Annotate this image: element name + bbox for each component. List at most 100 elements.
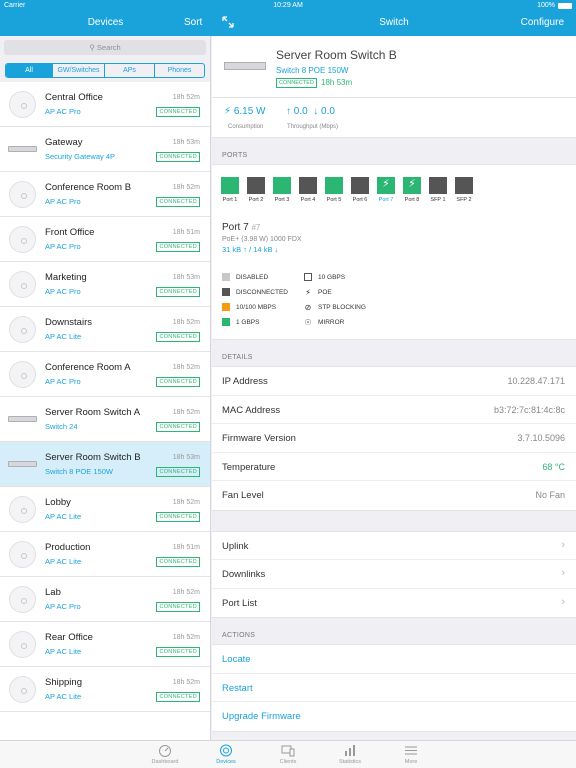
device-row-uptime: 18h 52m xyxy=(172,319,200,326)
port-6[interactable]: Port 6 xyxy=(351,177,369,203)
device-row-uptime: 18h 52m xyxy=(172,589,200,596)
configure-button[interactable]: Configure xyxy=(521,17,564,28)
switch-thumbnail xyxy=(8,461,37,467)
filter-gw-switches[interactable]: GW/Switches xyxy=(52,64,104,77)
tab-clients[interactable]: Clients xyxy=(263,744,313,765)
access-point-thumbnail xyxy=(9,361,36,388)
action-row[interactable]: Upgrade Firmware xyxy=(212,702,576,731)
detail-value: 68 °C xyxy=(542,461,565,472)
action-row[interactable]: Restart xyxy=(212,674,576,702)
detail-row: Firmware Version 3.7.10.5096 xyxy=(212,424,576,453)
port-indicator: ⚡︎ xyxy=(403,177,421,194)
tab-statistics[interactable]: Statistics xyxy=(325,744,375,765)
device-row[interactable]: Lab AP AC Pro 18h 52m CONNECTED xyxy=(0,577,210,622)
device-row-uptime: 18h 52m xyxy=(172,184,200,191)
nav-link-label: Uplink xyxy=(222,540,249,552)
port-label: Port 3 xyxy=(274,197,290,203)
filter-all[interactable]: All xyxy=(6,64,52,77)
access-point-thumbnail xyxy=(9,316,36,343)
device-row[interactable]: Server Room Switch B Switch 8 POE 150W 18h… xyxy=(0,442,210,487)
nav-link-row[interactable]: Downlinks › xyxy=(212,560,576,589)
tab-dashboard[interactable]: Dashboard xyxy=(140,744,190,765)
clock: 10:29 AM xyxy=(273,2,303,9)
port-indicator xyxy=(299,177,317,194)
device-row[interactable]: Shipping AP AC Lite 18h 52m CONNECTED xyxy=(0,667,210,712)
nav-link-row[interactable]: Port List › xyxy=(212,589,576,618)
tab-devices[interactable]: Devices xyxy=(201,744,251,765)
device-row[interactable]: Conference Room A AP AC Pro 18h 52m CONNECT… xyxy=(0,352,210,397)
port-3[interactable]: Port 3 xyxy=(273,177,291,203)
device-row-name: Rear Office xyxy=(45,632,93,643)
device-row-name: Gateway xyxy=(45,137,83,148)
device-row-model: AP AC Pro xyxy=(45,107,81,116)
consumption-label: Consumption xyxy=(228,124,264,130)
port-10[interactable]: SFP 2 xyxy=(455,177,473,203)
device-row-name: Conference Room A xyxy=(45,362,131,373)
device-row[interactable]: Production AP AC Lite 18h 51m CONNECTED xyxy=(0,532,210,577)
device-row-model: AP AC Lite xyxy=(45,512,82,521)
device-header: Server Room Switch B Switch 8 POE 150W C… xyxy=(212,36,576,98)
detail-row: Temperature 68 °C xyxy=(212,453,576,481)
device-row-name: Downstairs xyxy=(45,317,92,328)
port-2[interactable]: Port 2 xyxy=(247,177,265,203)
throughput-label: Throughput (Mbps) xyxy=(287,124,339,130)
bolt-icon: ⚡︎ xyxy=(305,288,311,297)
access-point-thumbnail xyxy=(9,496,36,523)
bolt-icon: ⚡︎ xyxy=(224,106,232,117)
device-row[interactable]: Conference Room B AP AC Pro 18h 52m CONNECT… xyxy=(0,172,210,217)
action-row[interactable]: Locate xyxy=(212,645,576,674)
device-list-pane: ⚲ Search All GW/Switches APs Phones Cent… xyxy=(0,36,211,740)
sort-button[interactable]: Sort xyxy=(184,17,202,28)
device-name: Server Room Switch B xyxy=(276,48,397,62)
action-label: Restart xyxy=(222,682,253,694)
port-5[interactable]: Port 5 xyxy=(325,177,343,203)
device-row-name: Lab xyxy=(45,587,61,598)
port-detail: Port 7 #7 PoE+ (3.98 W) 1000 FDX 31 kB ↑… xyxy=(222,222,302,254)
nav-link-label: Port List xyxy=(222,597,257,609)
device-row-status: CONNECTED xyxy=(156,197,200,207)
detail-key: MAC Address xyxy=(222,404,281,416)
filter-aps[interactable]: APs xyxy=(104,64,154,77)
device-row-uptime: 18h 52m xyxy=(172,409,200,416)
access-point-thumbnail xyxy=(9,631,36,658)
port-indicator xyxy=(429,177,447,194)
detail-value: 3.7.10.5096 xyxy=(517,433,565,443)
chevron-right-icon: › xyxy=(561,595,565,608)
device-row-model: Switch 8 POE 150W xyxy=(45,467,113,476)
device-row[interactable]: Lobby AP AC Lite 18h 52m CONNECTED xyxy=(0,487,210,532)
device-list: Central Office AP AC Pro 18h 52m CONNECTED G… xyxy=(0,82,210,712)
nav-bar: Devices Sort Switch Configure xyxy=(0,12,576,36)
device-row[interactable]: Downstairs AP AC Lite 18h 52m CONNECTED xyxy=(0,307,210,352)
actions-section-title: ACTIONS xyxy=(222,632,256,639)
port-7[interactable]: ⚡︎ Port 7 xyxy=(377,177,395,203)
tab-bar: Dashboard Devices Clients Statistics Mor… xyxy=(0,740,576,768)
port-4[interactable]: Port 4 xyxy=(299,177,317,203)
device-row-status: CONNECTED xyxy=(156,557,200,567)
device-row-model: Security Gateway 4P xyxy=(45,152,116,161)
tab-more[interactable]: More xyxy=(386,744,436,765)
device-row-status: CONNECTED xyxy=(156,242,200,252)
port-9[interactable]: SFP 1 xyxy=(429,177,447,203)
detail-value: No Fan xyxy=(535,490,565,500)
nav-link-row[interactable]: Uplink › xyxy=(212,532,576,560)
device-row[interactable]: Central Office AP AC Pro 18h 52m CONNECTED xyxy=(0,82,210,127)
device-row[interactable]: Server Room Switch A Switch 24 18h 52m CONN… xyxy=(0,397,210,442)
switch-thumbnail xyxy=(8,146,37,152)
legend-10gbps: 10 GBPS xyxy=(304,273,345,281)
chevron-right-icon: › xyxy=(561,567,565,579)
port-8[interactable]: ⚡︎ Port 8 xyxy=(403,177,421,203)
port-indicator xyxy=(455,177,473,194)
device-row[interactable]: Marketing AP AC Pro 18h 53m CONNECTED xyxy=(0,262,210,307)
device-row-name: Central Office xyxy=(45,92,103,103)
device-row[interactable]: Gateway Security Gateway 4P 18h 53m CONNECT… xyxy=(0,127,210,172)
port-label: Port 5 xyxy=(326,197,342,203)
device-row[interactable]: Rear Office AP AC Lite 18h 52m CONNECTED xyxy=(0,622,210,667)
device-row[interactable]: Front Office AP AC Pro 18h 51m CONNECTED xyxy=(0,217,210,262)
port-1[interactable]: Port 1 xyxy=(221,177,239,203)
detail-row: MAC Address b3:72:7c:81:4c:8c xyxy=(212,396,576,424)
device-row-model: AP AC Pro xyxy=(45,377,81,386)
filter-phones[interactable]: Phones xyxy=(154,64,204,77)
device-row-model: AP AC Pro xyxy=(45,287,81,296)
access-point-thumbnail xyxy=(9,181,36,208)
search-input[interactable]: ⚲ Search xyxy=(4,40,206,55)
